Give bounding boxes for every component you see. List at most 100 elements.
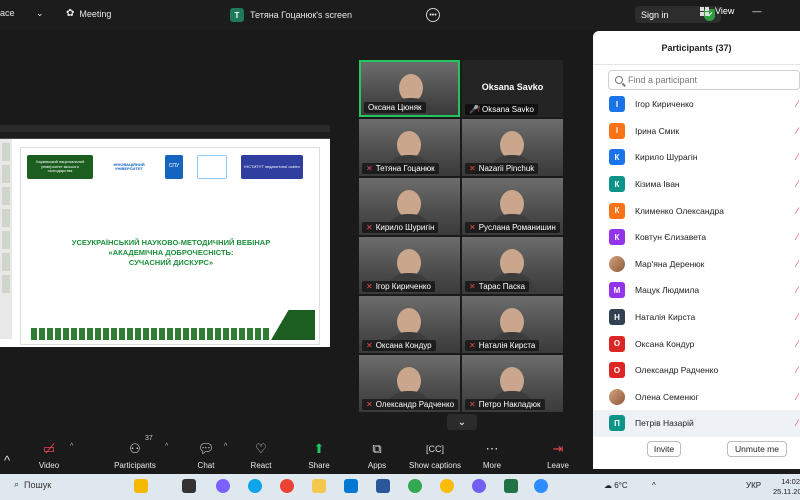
participant-name: Ковтун Єлизавета [635,232,707,243]
tile-name: Наталія Кирста [478,341,536,350]
video-tile[interactable]: ✕ Руслана Романишин [462,178,563,235]
video-tile[interactable]: Оксана Цюняк [359,60,460,117]
meeting-menu[interactable]: ✿ Meeting [66,8,111,19]
video-tile[interactable]: ✕ Петро Накладюк [462,355,563,412]
tile-name: Олександр Радченко [375,400,455,409]
participant-name: Кізима Іван [635,179,680,190]
chevron-down-icon[interactable]: ⌄ [36,8,44,19]
edge-icon[interactable] [248,479,262,493]
tray-chevron-icon[interactable]: ^ [652,481,656,490]
sign-in-label: Sign in [641,9,669,20]
participant-row[interactable]: К Ковтун Єлизавета ⁄ [593,224,800,251]
shared-app-ribbon [0,132,330,139]
slide-title-line2: «АКАДЕМІЧНА ДОБРОЧЕСНІСТЬ: [108,247,234,257]
mic-muted-icon: ⁄ [796,365,798,376]
slide-title-line3: СУЧАСНИЙ ДИСКУРС» [128,257,214,267]
top-bar: ace ⌄ ✿ Meeting T Тетяна Гоцанюк's scree… [0,0,800,30]
more-options-icon[interactable]: ••• [426,8,440,22]
innovation-university-logo: ІННОВАЦІЙНИЙ УНІВЕРСИТЕТ [107,155,151,179]
participant-row[interactable]: П Петрів Назарій ⁄ [593,410,800,437]
gallery-scroll-down-button[interactable]: ⌄ [447,414,477,430]
tile-name: Оксана Цюняк [368,103,422,112]
video-button[interactable]: ▭̸ Video [34,433,64,473]
mic-muted-icon: ⁄ [796,418,798,429]
video-off-icon: ▭̸ [42,441,56,456]
audio-options-caret[interactable]: ^ [0,433,14,473]
react-button[interactable]: ♡ React [248,433,274,473]
more-button[interactable]: ⋯ More [480,433,504,473]
participant-row[interactable]: О Олександр Радченко ⁄ [593,357,800,384]
participants-options-caret[interactable]: ^ [165,443,168,450]
leave-button[interactable]: ⇥ Leave [546,433,570,473]
excel-icon[interactable] [504,479,518,493]
chat-options-caret[interactable]: ^ [224,443,227,450]
video-tile[interactable]: ✕ Тетяна Гоцанюк [359,119,460,176]
viber-icon[interactable] [472,479,486,493]
video-tile[interactable]: Oksana Savko 🎤̸ Oksana Savko [462,60,563,117]
participant-row[interactable]: М Мацук Людмила ⁄ [593,277,800,304]
chat-button[interactable]: 💬︎ Chat [194,433,218,473]
weather-widget[interactable]: ☁ 6°C [604,481,628,490]
video-tile[interactable]: ✕ Наталія Кирста [462,296,563,353]
participant-search-input[interactable]: Find a participant [608,70,800,90]
participant-avatar: І [609,96,625,113]
video-tile[interactable]: ✕ Кирило Шуригін [359,178,460,235]
screen-owner-badge: T [230,8,244,22]
participant-row[interactable]: К Клименко Олександра ⁄ [593,197,800,224]
chrome-alt-icon[interactable] [440,479,454,493]
invite-button[interactable]: Invite [647,441,681,457]
language-indicator[interactable]: УКР [746,481,761,490]
video-tile[interactable]: ✕ Тарас Паска [462,237,563,294]
screen-title: Тетяна Гоцанюк's screen [250,10,352,20]
participant-row[interactable]: Мар'яна Деренюк ⁄ [593,251,800,278]
unmute-me-button[interactable]: Unmute me [727,441,787,457]
shared-screen-tab[interactable]: T Тетяна Гоцанюк's screen ••• [230,6,440,24]
mic-muted-icon: ⁄ [796,179,798,190]
chat-icon: 💬︎ [197,441,215,456]
participant-avatar: О [609,362,625,379]
mic-off-icon: ✕ [366,223,373,232]
participant-row[interactable]: Олена Семенюг ⁄ [593,384,800,411]
mic-muted-icon: ⁄ [796,205,798,216]
video-tile[interactable]: ✕ Олександр Радченко [359,355,460,412]
minimize-icon[interactable]: — [752,6,761,16]
participant-row[interactable]: І Ігор Кириченко ⁄ [593,91,800,118]
participant-avatar: К [609,149,625,166]
video-options-caret[interactable]: ^ [70,443,73,450]
participant-row[interactable]: О Оксана Кондур ⁄ [593,330,800,357]
chrome-profile-icon[interactable] [408,479,422,493]
zoom-icon[interactable] [534,479,548,493]
taskbar-search[interactable]: ⌕ Пошук [14,479,51,490]
slide-logos: Харківський національний університет міс… [27,154,313,180]
task-view-icon[interactable] [182,479,196,493]
participant-name: Мацук Людмила [635,285,700,296]
share-button[interactable]: ⬆ Share [306,433,332,473]
participant-row[interactable]: Н Наталія Кирста ⁄ [593,304,800,331]
participant-name: Петрів Назарій [635,418,694,429]
mic-off-icon: ✕ [469,223,476,232]
chrome-icon[interactable] [280,479,294,493]
participant-row[interactable]: К Кирило Шурагін ⁄ [593,144,800,171]
widgets-icon[interactable] [216,479,230,493]
taskbar-search-label: Пошук [24,479,52,490]
word-icon[interactable] [376,479,390,493]
show-captions-button[interactable]: [CC] Show captions [408,433,462,473]
paw-icon: ✿ [66,8,75,19]
apps-button[interactable]: ⧉ Apps [364,433,390,473]
video-tile[interactable]: ✕ Nazarii Pinchuk [462,119,563,176]
store-icon[interactable] [344,479,358,493]
copilot-icon[interactable] [134,479,148,493]
video-tile[interactable]: ✕ Ігор Кириченко [359,237,460,294]
view-button[interactable]: View — [700,6,761,16]
video-tile[interactable]: ✕ Оксана Кондур [359,296,460,353]
clock[interactable]: 14:02 25.11.20 [773,477,800,497]
file-explorer-icon[interactable] [312,479,326,493]
mic-off-icon: ✕ [366,164,373,173]
shared-screen[interactable]: Харківський національний університет міс… [0,125,330,347]
participants-panel-title: Participants (37) [593,31,800,65]
share-arrow-icon: ⬆ [313,441,325,456]
participant-row[interactable]: К Кізима Іван ⁄ [593,171,800,198]
participant-row[interactable]: І Ірина Смик ⁄ [593,118,800,145]
participants-count: 37 [145,435,153,442]
participant-name: Кирило Шурагін [635,152,698,163]
